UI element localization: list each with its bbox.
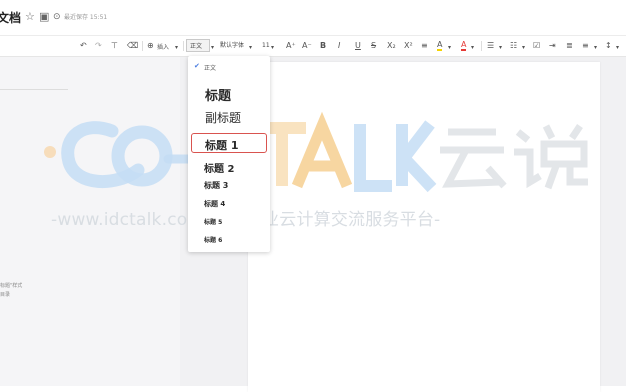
outline-hint-text: 标题"样式 bbox=[0, 283, 23, 289]
folder-icon[interactable]: ▣ bbox=[39, 11, 49, 23]
decrease-font-size-button[interactable]: A⁻ bbox=[302, 40, 312, 51]
paragraph-style-value: 正文 bbox=[190, 43, 203, 50]
menu-item-title[interactable]: 标题 bbox=[205, 85, 231, 104]
document-page[interactable] bbox=[248, 62, 600, 392]
toolbar-divider bbox=[142, 41, 143, 51]
chevron-down-icon[interactable]: ▾ bbox=[471, 42, 474, 53]
outline-divider bbox=[0, 89, 68, 90]
line-spacing-icon[interactable]: ↕ bbox=[605, 40, 612, 51]
chevron-down-icon[interactable]: ▾ bbox=[616, 42, 619, 53]
menu-item-heading-4[interactable]: 标题 4 bbox=[204, 199, 225, 209]
last-saved-status: 最近保存 15:51 bbox=[64, 14, 108, 21]
outline-hint-text: 目录 bbox=[0, 292, 11, 298]
chevron-down-icon[interactable]: ▾ bbox=[211, 42, 214, 53]
menu-item-heading-1[interactable]: 标题 1 bbox=[205, 137, 238, 153]
menu-item-subtitle[interactable]: 副标题 bbox=[205, 109, 241, 126]
bold-button[interactable]: B bbox=[320, 40, 326, 51]
paragraph-style-dropdown[interactable]: 正文 bbox=[186, 39, 210, 52]
underline-button[interactable]: U bbox=[355, 40, 361, 51]
undo-icon[interactable]: ↶ bbox=[80, 40, 87, 51]
underline-style-icon[interactable]: ≡ bbox=[421, 40, 428, 51]
paragraph-style-menu: ✔ 正文 标题 副标题 标题 1 标题 2 标题 3 标题 4 标题 5 标题 … bbox=[188, 56, 270, 252]
superscript-button[interactable]: X² bbox=[404, 40, 413, 51]
bulleted-list-icon[interactable]: ☰ bbox=[487, 40, 494, 51]
highlight-color-button[interactable]: A bbox=[437, 40, 443, 51]
menu-item-heading-5[interactable]: 标题 5 bbox=[204, 217, 222, 226]
chevron-down-icon[interactable]: ▾ bbox=[271, 42, 274, 53]
saved-check-icon: ⊙ bbox=[53, 12, 61, 22]
redo-icon[interactable]: ↷ bbox=[95, 40, 102, 51]
insert-button[interactable]: 插入 bbox=[157, 42, 169, 53]
title-bar: 文档 ☆ ▣ ⊙ 最近保存 15:51 bbox=[0, 0, 626, 34]
font-color-button[interactable]: A bbox=[461, 40, 467, 51]
italic-button[interactable]: I bbox=[338, 40, 340, 51]
outline-panel: 标题"样式 目录 bbox=[0, 57, 180, 386]
chevron-down-icon[interactable]: ▾ bbox=[175, 42, 178, 53]
star-icon[interactable]: ☆ bbox=[25, 11, 35, 23]
align-left-icon[interactable]: ≡ bbox=[582, 40, 589, 51]
font-family-dropdown[interactable]: 默认字体 bbox=[220, 39, 244, 52]
clear-format-icon[interactable]: ⌫ bbox=[127, 40, 138, 51]
document-title[interactable]: 文档 bbox=[0, 9, 21, 26]
toolbar-divider bbox=[481, 41, 482, 51]
formatting-toolbar: ↶ ↷ ⊤ ⌫ ⊕ 插入 ▾ 正文 ▾ 默认字体 ▾ 11 ▾ A⁺ A⁻ B … bbox=[0, 35, 626, 57]
chevron-down-icon[interactable]: ▾ bbox=[448, 42, 451, 53]
chevron-down-icon[interactable]: ▾ bbox=[522, 42, 525, 53]
strikethrough-button[interactable]: S bbox=[371, 40, 376, 51]
checkmark-icon: ✔ bbox=[194, 62, 200, 70]
increase-font-size-button[interactable]: A⁺ bbox=[286, 40, 296, 51]
indent-icon[interactable]: ⇥ bbox=[549, 40, 556, 51]
menu-item-heading-2[interactable]: 标题 2 bbox=[204, 160, 234, 175]
toolbar-divider bbox=[183, 41, 184, 51]
checklist-icon[interactable]: ☑ bbox=[533, 40, 540, 51]
menu-item-body-text[interactable]: 正文 bbox=[204, 63, 216, 72]
numbered-list-icon[interactable]: ☷ bbox=[510, 40, 517, 51]
chevron-down-icon[interactable]: ▾ bbox=[594, 42, 597, 53]
insert-plus-icon[interactable]: ⊕ bbox=[147, 40, 154, 51]
chevron-down-icon[interactable]: ▾ bbox=[249, 42, 252, 53]
font-size-dropdown[interactable]: 11 bbox=[262, 39, 270, 52]
align-justify-icon[interactable]: ≣ bbox=[566, 40, 573, 51]
format-painter-icon[interactable]: ⊤ bbox=[111, 40, 118, 51]
subscript-button[interactable]: X₂ bbox=[387, 40, 396, 51]
menu-item-heading-6[interactable]: 标题 6 bbox=[204, 235, 222, 244]
chevron-down-icon[interactable]: ▾ bbox=[499, 42, 502, 53]
menu-item-heading-3[interactable]: 标题 3 bbox=[204, 180, 228, 191]
